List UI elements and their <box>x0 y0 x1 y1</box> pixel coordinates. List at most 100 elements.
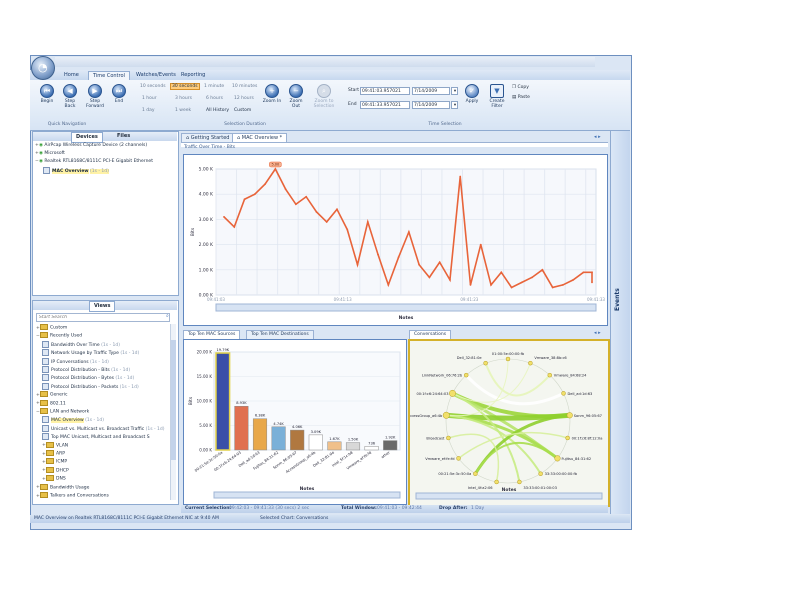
step-forward-button[interactable]: ▶ Step Forward <box>84 84 106 109</box>
data-point <box>449 278 451 281</box>
selection-bar: Current Selection: 09:42:03 - 09:41:33 (… <box>181 505 608 513</box>
events-sidebar[interactable]: Events <box>610 131 630 514</box>
bar-chart[interactable]: 0.00 K 5.00 K 10.00 K 15.00 K 20.00 K Bits 19.… <box>184 340 406 504</box>
view-item[interactable]: MAC Overview (1s - 1d) <box>42 416 104 424</box>
view-item[interactable]: + Bandwidth Usage <box>36 483 89 490</box>
view-item[interactable]: Protocol Distribution - Bits (1s - 1d) <box>42 366 130 373</box>
y-tick-label: 15.00 K <box>197 374 213 379</box>
view-item[interactable]: − Recently Used <box>36 332 82 339</box>
duration-30s[interactable]: 30 seconds <box>170 83 200 90</box>
tab-home[interactable]: Home <box>60 71 83 79</box>
views-search-input[interactable] <box>36 313 170 322</box>
view-item[interactable]: + Generic <box>36 391 67 398</box>
traffic-chart[interactable]: 0.00 K1.00 K2.00 K3.00 K4.00 K5.00 K09:4… <box>184 155 607 325</box>
tab-reporting[interactable]: Reporting <box>177 71 209 79</box>
duration-custom[interactable]: Custom <box>234 108 251 113</box>
duration-6h[interactable]: 6 hours <box>206 96 223 101</box>
duration-1d[interactable]: 1 day <box>142 108 155 113</box>
search-icon[interactable]: ⌕ <box>166 313 169 319</box>
view-item[interactable]: Protocol Distribution - Bytes (1s - 1d) <box>42 374 134 382</box>
end-time-field[interactable]: 09:41:33.957021 <box>360 101 410 109</box>
y-tick-label: 3.00 K <box>199 217 214 223</box>
tab-devices[interactable]: Devices <box>71 132 103 143</box>
duration-1h[interactable]: 1 hour <box>142 96 157 101</box>
zoom-in-button[interactable]: + Zoom In <box>262 84 282 104</box>
y-tick-label: 5.00 K <box>199 423 212 428</box>
device-item[interactable]: +◉ AirPcap Wireless Capture Device (2 ch… <box>35 143 147 148</box>
traffic-chart-panel[interactable]: 0.00 K 1.00 K 2.00 K 3.00 K 4.00 K 5.00 K 09:4… <box>183 154 608 326</box>
app-menu-button[interactable]: ◔ <box>31 56 55 80</box>
step-forward-icon: ▶ <box>88 84 102 98</box>
tab-files[interactable]: Files <box>113 132 134 141</box>
data-point <box>315 210 318 213</box>
start-date-dropdown[interactable]: ▾ <box>451 87 458 95</box>
view-icon <box>42 340 49 348</box>
view-item[interactable]: − LAN and Network <box>36 408 89 415</box>
start-date-field[interactable]: 7/14/2009 <box>412 87 450 95</box>
begin-button[interactable]: ⏮ Begin <box>38 84 56 104</box>
device-item[interactable]: +◉ Microsoft <box>35 151 65 156</box>
view-item[interactable]: + DNS <box>42 475 66 482</box>
tab-scroll-arrows[interactable]: ◂ ▸ <box>594 134 601 140</box>
view-item[interactable]: + DHCP <box>42 466 69 473</box>
events-label[interactable]: Events <box>614 288 621 311</box>
zoom-to-selection-button[interactable]: ⌕ Zoom to Selection <box>310 84 338 109</box>
conversations-panel[interactable]: 01:00:5e:00:00:fb Dell_32:81:0e LinkNetwor… <box>407 339 610 507</box>
tab-conversations[interactable]: Conversations <box>409 330 452 339</box>
view-item[interactable]: IP Conversations (1s - 1d) <box>42 357 109 365</box>
duration-12h[interactable]: 12 hours <box>234 96 254 101</box>
app-logo-icon: ◔ <box>38 61 48 74</box>
zoom-selection-icon: ⌕ <box>317 84 331 98</box>
end-date-field[interactable]: 7/14/2009 <box>412 101 450 109</box>
view-item[interactable]: Top MAC Unicast, Multicast and Broadcast… <box>42 433 150 441</box>
view-item[interactable]: + VLAN <box>42 441 68 448</box>
tab-top-ten-sources[interactable]: Top Ten MAC Sources <box>183 330 241 339</box>
view-item[interactable]: + Talkers and Conversations <box>36 492 109 499</box>
duration-1w[interactable]: 1 week <box>175 108 191 113</box>
end-date-dropdown[interactable]: ▾ <box>451 101 458 109</box>
view-item[interactable]: +802.11 <box>36 399 66 406</box>
copy-button[interactable]: ❐ Copy <box>512 85 529 90</box>
end-button[interactable]: ⏭ End <box>110 84 128 104</box>
view-item[interactable]: Protocol Distribution - Packets (1s - 1d… <box>42 382 139 390</box>
views-scrollbar[interactable] <box>170 324 176 500</box>
conversations-chart[interactable]: 01:00:5e:00:00:fb Dell_32:81:0e LinkNetwor… <box>407 341 608 505</box>
view-item[interactable]: Unicast vs. Multicast vs. Broadcast Traf… <box>42 424 165 432</box>
bar <box>327 441 342 451</box>
device-view-mac-overview[interactable]: MAC Overview (1s - 1d) <box>43 167 109 174</box>
view-item[interactable]: + ICMP <box>42 458 67 465</box>
create-filter-button[interactable]: ▼ Create Filter <box>487 84 507 109</box>
data-point <box>469 284 472 286</box>
scrollbar-thumb[interactable] <box>171 340 176 460</box>
folder-icon <box>46 450 54 456</box>
view-item[interactable]: + Custom <box>36 324 67 331</box>
device-item[interactable]: −◉ Realtek RTL8168C/8111C PCI-E Gigabit … <box>35 159 153 164</box>
zoom-out-button[interactable]: − Zoom Out <box>286 84 306 109</box>
duration-all-history[interactable]: All History <box>206 108 229 113</box>
data-point <box>531 276 534 279</box>
bar-chart-panel[interactable]: 0.00 K 5.00 K 10.00 K 15.00 K 20.00 K Bits 19.… <box>183 339 407 505</box>
data-point <box>582 271 585 274</box>
status-bar: MAC Overview on Realtek RTL8168C/8111C P… <box>30 515 630 523</box>
tab-time-control[interactable]: Time Control <box>88 71 130 80</box>
wireless-icon: ◉ <box>39 143 43 148</box>
duration-3h[interactable]: 3 hours <box>175 96 192 101</box>
y-tick-label: 1.00 K <box>199 267 214 273</box>
conversations-tab-arrows[interactable]: ◂ ▸ <box>594 330 601 336</box>
chevron-down-icon: ▾ <box>453 103 457 108</box>
paste-button[interactable]: ▤ Paste <box>512 95 530 100</box>
duration-1m[interactable]: 1 minute <box>204 84 224 89</box>
duration-10s[interactable]: 10 seconds <box>140 84 166 89</box>
node-label: Fujitsu_84:31:62 <box>561 457 591 461</box>
step-back-button[interactable]: ◀ Step Back <box>60 84 80 109</box>
tab-watches-events[interactable]: Watches/Events <box>132 71 180 79</box>
start-time-field[interactable]: 09:41:03.957021 <box>360 87 410 95</box>
tab-top-ten-destinations[interactable]: Top Ten MAC Destinations <box>246 330 314 339</box>
duration-10m[interactable]: 10 minutes <box>232 84 257 89</box>
view-item[interactable]: + ARP <box>42 450 65 457</box>
view-item[interactable]: Bandwidth Over Time (1s - 1d) <box>42 340 120 348</box>
apply-button[interactable]: ✓ Apply <box>462 84 482 104</box>
view-item[interactable]: Network Usage by Traffic Type (1s - 1d) <box>42 349 139 357</box>
conversation-node <box>505 356 511 362</box>
folder-icon <box>46 475 54 482</box>
